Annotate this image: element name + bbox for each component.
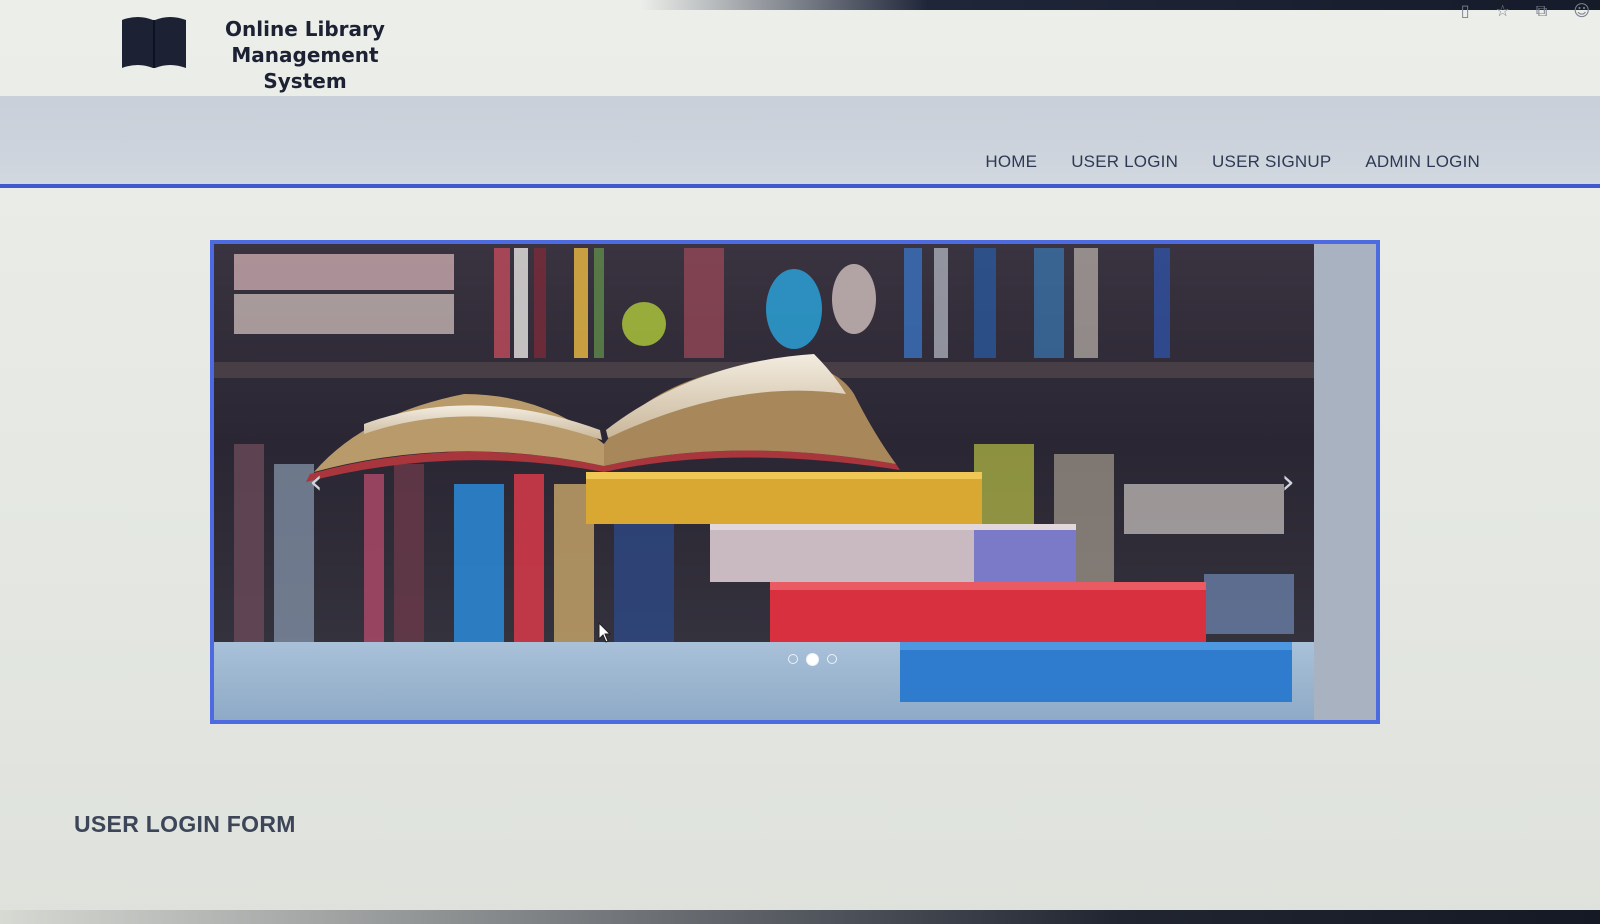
site-header: Online Library Management System xyxy=(0,0,1600,96)
page: ▯ ☆ ⧉ ☺ Online Library Management System… xyxy=(0,0,1600,924)
nav-admin-login-link[interactable]: ADMIN LOGIN xyxy=(1365,152,1480,172)
mouse-pointer-icon xyxy=(598,622,612,643)
carousel-prev-button[interactable]: ‹ xyxy=(296,462,336,502)
main-navbar: HOME USER LOGIN USER SIGNUP ADMIN LOGIN xyxy=(0,96,1600,188)
chevron-right-icon: › xyxy=(1281,462,1295,502)
user-login-form-title: USER LOGIN FORM xyxy=(74,811,296,838)
site-title-line1: Online Library xyxy=(225,17,385,41)
screen-bezel-bottom xyxy=(0,910,1600,924)
carousel-next-button[interactable]: › xyxy=(1268,462,1308,502)
carousel-slide-image xyxy=(214,244,1376,720)
site-title: Online Library Management System xyxy=(200,16,410,94)
chevron-left-icon: ‹ xyxy=(309,462,323,502)
carousel-indicator-3[interactable] xyxy=(827,654,837,664)
nav-user-signup-link[interactable]: USER SIGNUP xyxy=(1212,152,1331,172)
image-carousel: ‹ › xyxy=(210,240,1380,724)
book-icon xyxy=(122,17,186,68)
nav-links: HOME USER LOGIN USER SIGNUP ADMIN LOGIN xyxy=(985,152,1480,172)
carousel-indicators xyxy=(788,653,837,666)
site-title-line2: Management System xyxy=(231,43,379,93)
nav-home-link[interactable]: HOME xyxy=(985,152,1037,172)
nav-user-login-link[interactable]: USER LOGIN xyxy=(1071,152,1178,172)
carousel-indicator-2[interactable] xyxy=(806,653,819,666)
carousel-indicator-1[interactable] xyxy=(788,654,798,664)
